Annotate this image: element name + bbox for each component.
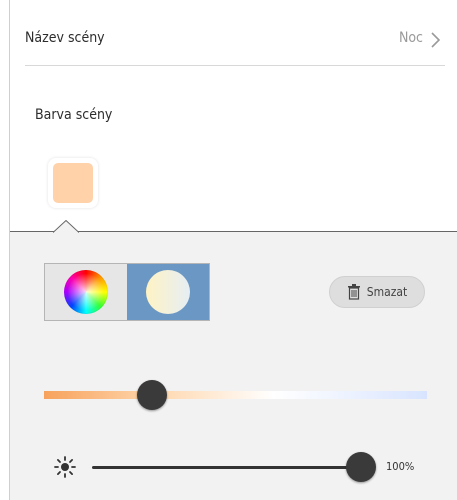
- temperature-slider-track[interactable]: [44, 391, 427, 399]
- panel-pointer: [53, 220, 79, 233]
- chevron-right-icon: [431, 32, 441, 48]
- temperature-slider-thumb[interactable]: [137, 380, 167, 410]
- brightness-slider-thumb[interactable]: [346, 452, 376, 482]
- scene-color-swatch[interactable]: [48, 158, 98, 208]
- swatch-color: [53, 163, 93, 203]
- scene-color-label: Barva scény: [35, 107, 113, 123]
- color-mode-toggle: [44, 263, 210, 321]
- color-wheel-mode-button[interactable]: [45, 264, 127, 320]
- brightness-slider-track[interactable]: [92, 466, 364, 469]
- scene-name-row[interactable]: Název scény Noc: [25, 20, 445, 60]
- scene-settings: Název scény Noc Barva scény: [10, 0, 457, 232]
- delete-button[interactable]: Smazat: [329, 276, 425, 308]
- brightness-value: 100%: [386, 460, 415, 473]
- divider: [25, 65, 445, 66]
- sun-icon: [54, 456, 76, 478]
- color-wheel-icon: [64, 270, 108, 314]
- scene-name-value: Noc: [398, 30, 423, 46]
- trash-icon: [347, 284, 360, 300]
- white-temperature-icon: [146, 270, 190, 314]
- delete-label: Smazat: [366, 285, 408, 299]
- white-mode-button[interactable]: [127, 264, 209, 320]
- scene-name-label: Název scény: [25, 30, 105, 46]
